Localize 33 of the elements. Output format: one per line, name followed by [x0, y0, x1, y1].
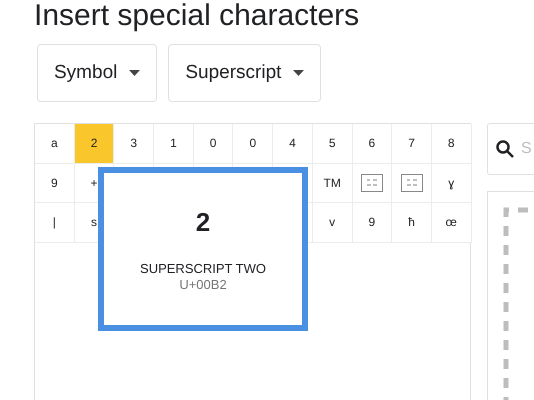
character-cell[interactable]: ɣ	[432, 164, 472, 203]
character-name: SUPERSCRIPT TWO	[140, 261, 266, 277]
dropdown-button[interactable]: Symbol	[37, 44, 158, 102]
missing-glyph-icon	[400, 174, 423, 192]
missing-glyph-icon	[360, 174, 383, 192]
caret-icon	[293, 70, 304, 76]
character-cell[interactable]: |	[35, 203, 75, 242]
character-cell[interactable]: 9	[352, 203, 392, 242]
character-cell[interactable]: 3	[114, 124, 154, 164]
character-cell[interactable]: ħ	[392, 203, 432, 242]
preview-character: 2	[196, 207, 210, 237]
character-cell[interactable]: TM	[312, 164, 352, 203]
character-cell[interactable]: 0	[194, 124, 234, 164]
character-cell[interactable]: 0	[233, 124, 274, 164]
character-cell[interactable]: 7	[392, 124, 432, 164]
character-cell[interactable]: 6	[352, 124, 392, 164]
search-field[interactable]: S	[487, 123, 534, 175]
character-cell[interactable]: 2	[74, 124, 114, 164]
caret-icon	[129, 70, 140, 76]
character-cell[interactable]	[352, 164, 392, 203]
character-cell[interactable]: a	[35, 124, 75, 164]
character-cell[interactable]: 1	[154, 124, 194, 164]
character-cell[interactable]: 5	[312, 124, 352, 164]
character-cell[interactable]: œ	[432, 203, 472, 242]
character-cell[interactable]: 9	[35, 164, 75, 203]
character-cell[interactable]: 4	[273, 124, 313, 164]
character-cell[interactable]	[392, 164, 432, 203]
character-cell[interactable]: 8	[432, 124, 472, 164]
character-code: U+00B2	[179, 277, 227, 293]
dropdown-button[interactable]: Superscript	[168, 44, 322, 102]
character-cell[interactable]: v	[312, 203, 352, 242]
dialog-title: Insert special characters	[34, 0, 360, 32]
search-icon	[495, 139, 515, 159]
